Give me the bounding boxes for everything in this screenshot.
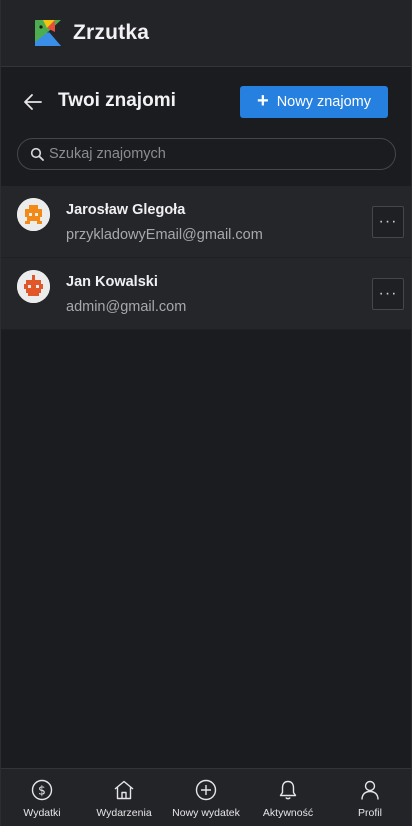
back-arrow-icon[interactable] (23, 93, 43, 111)
search-icon (30, 147, 44, 161)
user-icon (361, 780, 379, 800)
bell-icon (279, 780, 297, 800)
top-bar: Zrzutka (1, 0, 411, 67)
list-item[interactable]: Jarosław Glegoła przykladowyEmail@gmail.… (1, 186, 411, 258)
identicon-icon (17, 270, 50, 303)
plus-icon: + (257, 90, 269, 112)
friend-email: przykladowyEmail@gmail.com (66, 227, 263, 243)
friend-email: admin@gmail.com (66, 299, 187, 315)
friends-list: Jarosław Glegoła przykladowyEmail@gmail.… (1, 186, 411, 330)
avatar (17, 198, 50, 231)
avatar (17, 270, 50, 303)
home-icon (114, 780, 134, 800)
nav-item-wydarzenia[interactable]: Wydarzenia (83, 769, 165, 826)
more-options-button[interactable]: ··· (372, 278, 404, 310)
nav-label: Wydarzenia (96, 807, 152, 819)
plus-circle-icon (195, 779, 217, 801)
dollar-circle-icon: $ (31, 779, 53, 801)
more-options-button[interactable]: ··· (372, 206, 404, 238)
nav-item-wydatki[interactable]: $ Wydatki (1, 769, 83, 826)
app-title: Zrzutka (73, 21, 150, 44)
add-friend-label: Nowy znajomy (276, 94, 371, 110)
nav-item-profil[interactable]: Profil (329, 769, 411, 826)
page-header: Twoi znajomi + Nowy znajomy (1, 85, 411, 119)
identicon-icon (17, 198, 50, 231)
add-friend-button[interactable]: + Nowy znajomy (240, 86, 388, 118)
page-title: Twoi znajomi (58, 90, 176, 111)
friend-name: Jan Kowalski (66, 274, 158, 290)
app-root: Zrzutka Twoi znajomi + Nowy znajomy Szuk… (0, 0, 412, 826)
bottom-nav: $ Wydatki Wydarzenia Nowy wydatek Aktywn… (1, 768, 411, 826)
nav-label: Nowy wydatek (172, 807, 240, 819)
nav-label: Aktywność (262, 807, 314, 819)
nav-item-aktywnosc[interactable]: Aktywność (247, 769, 329, 826)
nav-item-nowy-wydatek[interactable]: Nowy wydatek (165, 769, 247, 826)
nav-label: Profil (358, 807, 382, 819)
list-item[interactable]: Jan Kowalski admin@gmail.com ··· (1, 258, 411, 330)
search-box (17, 138, 396, 170)
search-input[interactable] (49, 146, 369, 162)
svg-text:$: $ (38, 784, 46, 798)
nav-label: Wydatki (23, 807, 61, 819)
app-logo-icon (35, 20, 61, 46)
friend-name: Jarosław Glegoła (66, 202, 186, 218)
